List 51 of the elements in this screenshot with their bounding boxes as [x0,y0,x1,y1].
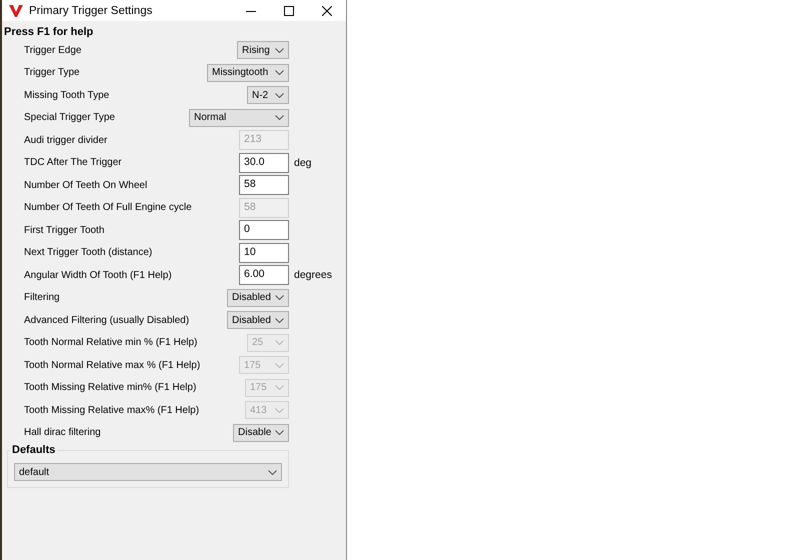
setting-label: Tooth Missing Relative min% (F1 Help) [23,382,198,394]
dropdown[interactable]: Disabled [227,311,289,330]
dropdown[interactable]: Rising [237,41,289,60]
caret-icon [275,430,284,436]
setting-label: Filtering [23,292,61,304]
setting-label: Audi trigger divider [23,134,108,146]
input-field[interactable]: 6.00 [239,265,289,286]
help-text: Press F1 for help [4,26,94,39]
setting-label: Advanced Filtering (usually Disabled) [23,314,190,326]
setting-label: Tooth Missing Relative max% (F1 Help) [23,404,200,416]
caret-icon [275,70,284,76]
dropdown[interactable]: Normal [189,108,289,127]
dropdown[interactable]: Missingtooth [207,64,289,82]
setting-label: Tooth Normal Relative min % (F1 Help) [23,337,198,348]
input-field[interactable]: 58 [239,175,289,196]
setting-label: Angular Width Of Tooth (F1 Help) [23,270,173,281]
caret-icon [275,318,284,323]
setting-label: Missing Tooth Type [23,90,110,101]
setting-label: Hall dirac filtering [23,427,102,438]
caret-icon [275,385,284,390]
setting-label: Next Trigger Tooth (distance) [23,247,154,258]
caret-icon [275,340,284,346]
input-field[interactable]: 10 [239,242,289,263]
setting-label: Number Of Teeth Of Full Engine cycle [23,202,193,214]
caret-icon [275,48,284,53]
defaults-dropdown[interactable]: default [14,463,282,481]
setting-label: Trigger Edge [23,44,82,56]
setting-label: First Trigger Tooth [23,224,106,236]
input-field[interactable]: 30.0 [239,152,289,173]
setting-label: Number Of Teeth On Wheel [23,180,148,191]
caret-icon [275,408,284,413]
app-logo-icon [9,4,23,16]
setting-label: Tooth Normal Relative max % (F1 Help) [23,360,202,371]
caret-icon [275,115,284,120]
setting-label: Trigger Type [23,67,81,78]
group-title: Defaults [10,444,58,456]
caret-icon [275,362,284,368]
close-icon [322,6,332,16]
dropdown[interactable]: Disabled [227,288,289,307]
caret-icon [268,470,277,474]
dropdown[interactable]: Disable [233,424,289,442]
setting-label: TDC After The Trigger [23,157,123,168]
dropdown[interactable]: N-2 [247,86,289,104]
caret-icon [275,92,284,98]
unit-label: degrees [293,269,333,282]
maximize-icon [284,6,294,16]
caret-icon [275,295,284,300]
setting-label: Special Trigger Type [23,112,116,124]
input-field[interactable]: 0 [239,220,289,240]
unit-label: deg [293,156,313,169]
window-title: Primary Trigger Settings [29,4,154,16]
